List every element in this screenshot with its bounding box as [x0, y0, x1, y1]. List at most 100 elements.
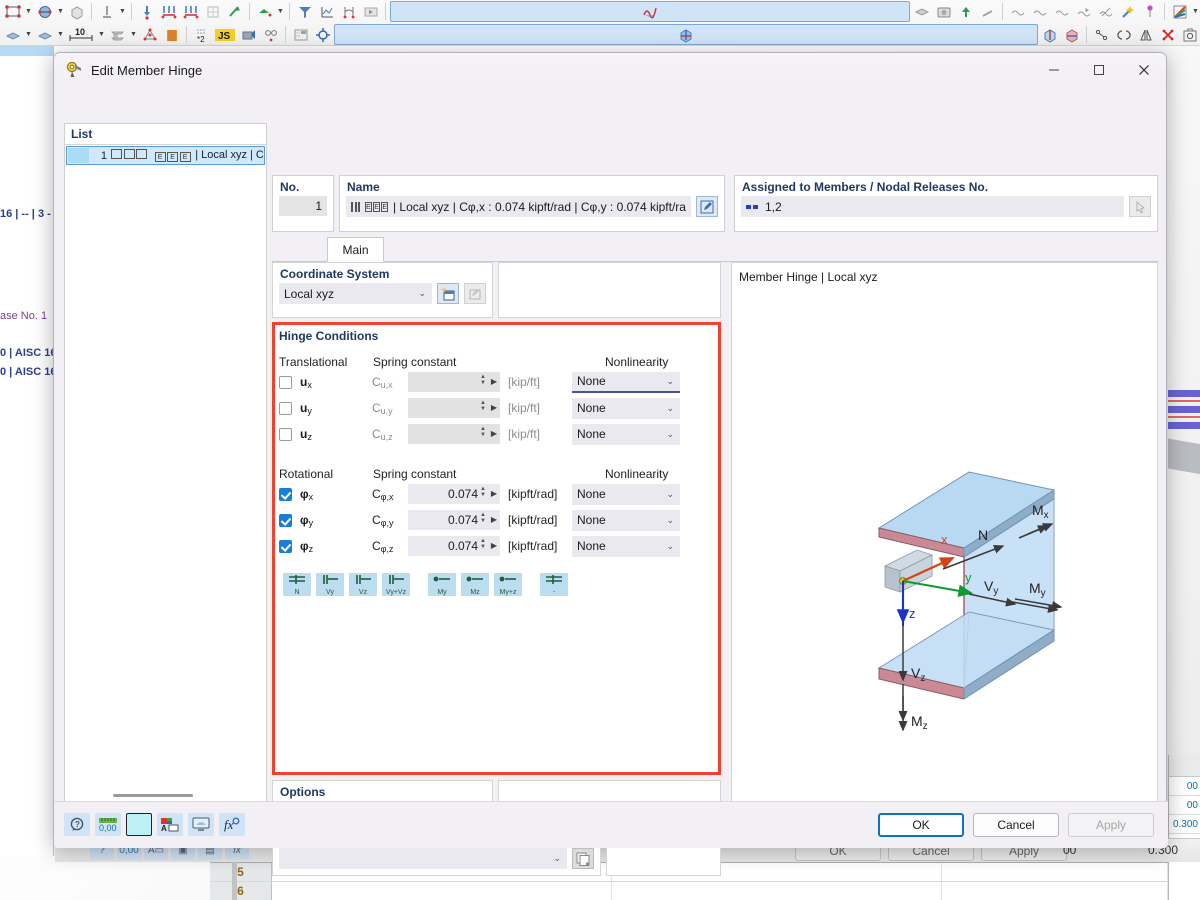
table-grid-icon[interactable] [290, 24, 311, 45]
green-arrows-icon[interactable] [254, 1, 275, 22]
js-script-icon[interactable]: JS [213, 24, 237, 45]
chevron-down-icon[interactable]: ▼ [56, 1, 65, 22]
chevron-down-icon[interactable]: ▼ [24, 1, 33, 22]
list-scrollbar[interactable] [113, 794, 193, 797]
coordinate-system-select[interactable]: Local xyz ⌄ [279, 283, 432, 304]
nodal-load-icon[interactable] [136, 1, 157, 22]
beam-section-icon[interactable] [107, 24, 128, 45]
table-splitter[interactable] [232, 862, 237, 900]
release-My-button[interactable]: My [428, 573, 456, 596]
spring-value-input-phiy[interactable]: 0.074 ▲ ▼ ▶ [408, 510, 500, 530]
plane-icon[interactable] [2, 24, 23, 45]
spinner-arrows-icon[interactable]: ▲ ▼ [479, 374, 487, 390]
spinner-arrows-icon[interactable]: ▲ ▼ [479, 538, 487, 554]
spinner-arrows-icon[interactable]: ▲ ▼ [479, 512, 487, 528]
spring-value-input-phiz[interactable]: 0.074 ▲ ▼ ▶ [408, 536, 500, 556]
color-swatch-icon[interactable] [126, 813, 152, 836]
edit-name-icon[interactable] [696, 196, 718, 217]
layers-icon[interactable] [911, 1, 932, 22]
comment-select[interactable]: ⌄ [279, 848, 567, 869]
spinner-arrows-icon[interactable]: ▲ ▼ [479, 426, 487, 442]
magic-wand-icon[interactable] [1117, 1, 1138, 22]
chevron-down-icon[interactable]: ▼ [276, 1, 285, 22]
edit-coordinate-system-icon[interactable] [464, 283, 486, 304]
spinner-expand-icon[interactable]: ▶ [491, 515, 497, 524]
wave-icon-2[interactable] [1029, 1, 1050, 22]
target-node-icon[interactable] [312, 24, 333, 45]
nonlinearity-select-uy[interactable]: None ⌄ [572, 397, 680, 419]
spring-value-input-uy[interactable]: ▲ ▼ ▶ [408, 398, 500, 418]
chevron-down-icon[interactable]: ▼ [118, 1, 127, 22]
checkbox-phiy[interactable] [279, 513, 292, 527]
function-icon[interactable]: fx [219, 813, 245, 836]
release-Vz-button[interactable]: Vz [349, 573, 377, 596]
spring-value-input-ux[interactable]: ▲ ▼ ▶ [408, 372, 500, 392]
pin-icon[interactable] [1139, 1, 1160, 22]
spinner-expand-icon[interactable]: ▶ [491, 489, 497, 498]
release-Vy-button[interactable]: Vy [316, 573, 344, 596]
mesh-nodes-icon[interactable] [139, 24, 160, 45]
close-button[interactable] [1121, 53, 1166, 87]
nonlinearity-select-phiz[interactable]: None ⌄ [572, 535, 680, 557]
minimize-button[interactable] [1031, 53, 1076, 87]
list-item[interactable]: 1 EEE | Local xyz | Cφ,x : 0 [66, 146, 265, 165]
spring-value-input-phix[interactable]: 0.074 ▲ ▼ ▶ [408, 484, 500, 504]
cancel-button[interactable]: Cancel [973, 813, 1059, 837]
view-monitor-icon[interactable] [188, 813, 214, 836]
checkbox-phix[interactable] [279, 487, 292, 501]
color-palette-icon[interactable] [1169, 1, 1190, 22]
chevron-down-icon[interactable]: ▼ [1191, 1, 1200, 22]
glasses-icon[interactable] [260, 24, 281, 45]
release-Vy-Vz-button[interactable]: Vy+Vz [382, 573, 410, 596]
spinner-expand-icon[interactable]: ▶ [491, 403, 497, 412]
surface-load-icon[interactable] [180, 1, 201, 22]
mirror-copy-icon[interactable] [1113, 24, 1134, 45]
wave-arrow-icon[interactable] [1073, 1, 1094, 22]
new-coordinate-system-icon[interactable] [437, 283, 459, 304]
dialog-titlebar[interactable]: Edit Member Hinge [54, 53, 1166, 87]
nonlinearity-select-ux[interactable]: None ⌄ [572, 371, 680, 393]
deformation-icon[interactable] [338, 1, 359, 22]
chevron-down-icon[interactable]: ▼ [24, 24, 33, 45]
name-input[interactable]: EEE | Local xyz | Cφ,x : 0.074 kipft/rad… [346, 196, 691, 217]
units-icon[interactable]: 0,00 [95, 813, 121, 836]
rotate-yz-icon[interactable] [1061, 24, 1082, 45]
dimension-10-icon[interactable]: 10 [66, 24, 96, 45]
rotate-view-icon[interactable] [34, 1, 55, 22]
maximize-button[interactable] [1076, 53, 1121, 87]
checkbox-ux[interactable] [279, 375, 292, 389]
line-load-icon[interactable] [158, 1, 179, 22]
pointer-icon[interactable] [977, 1, 998, 22]
result-diagram-icon[interactable] [316, 1, 337, 22]
mirror-icon[interactable] [1135, 24, 1156, 45]
wave-slash-icon[interactable] [1095, 1, 1116, 22]
tab-main[interactable]: Main [327, 237, 384, 262]
orange-wall-icon[interactable] [161, 24, 182, 45]
spinner-expand-icon[interactable]: ▶ [491, 377, 497, 386]
select-objects-icon[interactable] [2, 1, 23, 22]
rotate-xyz-icon[interactable] [334, 24, 1038, 45]
filter-icon[interactable] [294, 1, 315, 22]
rotate-xz-icon[interactable] [1039, 24, 1060, 45]
question-bubble-icon[interactable]: ? [64, 813, 90, 836]
wave-icon-1[interactable] [1007, 1, 1028, 22]
spinner-arrows-icon[interactable]: ▲ ▼ [479, 486, 487, 502]
checkbox-phiz[interactable] [279, 539, 292, 553]
nonlinearity-select-phix[interactable]: None ⌄ [572, 483, 680, 505]
spinner-expand-icon[interactable]: ▶ [491, 429, 497, 438]
text-style-icon[interactable]: A [157, 813, 183, 836]
copy-comment-icon[interactable] [572, 848, 594, 869]
up-arrow-icon[interactable] [955, 1, 976, 22]
grid-solid-icon[interactable] [202, 1, 223, 22]
printer-icon[interactable] [238, 24, 259, 45]
pick-green-icon[interactable] [224, 1, 245, 22]
support-icon[interactable] [96, 1, 117, 22]
release-N-button[interactable]: N [283, 573, 311, 596]
chevron-down-icon[interactable]: ▼ [97, 24, 106, 45]
result-curve-icon[interactable] [390, 1, 910, 22]
spinner-expand-icon[interactable]: ▶ [491, 541, 497, 550]
release-My-Mz-button[interactable]: My+z [494, 573, 522, 596]
spring-value-input-uz[interactable]: ▲ ▼ ▶ [408, 424, 500, 444]
checkbox-uz[interactable] [279, 427, 292, 441]
solid-box-icon[interactable] [66, 1, 87, 22]
